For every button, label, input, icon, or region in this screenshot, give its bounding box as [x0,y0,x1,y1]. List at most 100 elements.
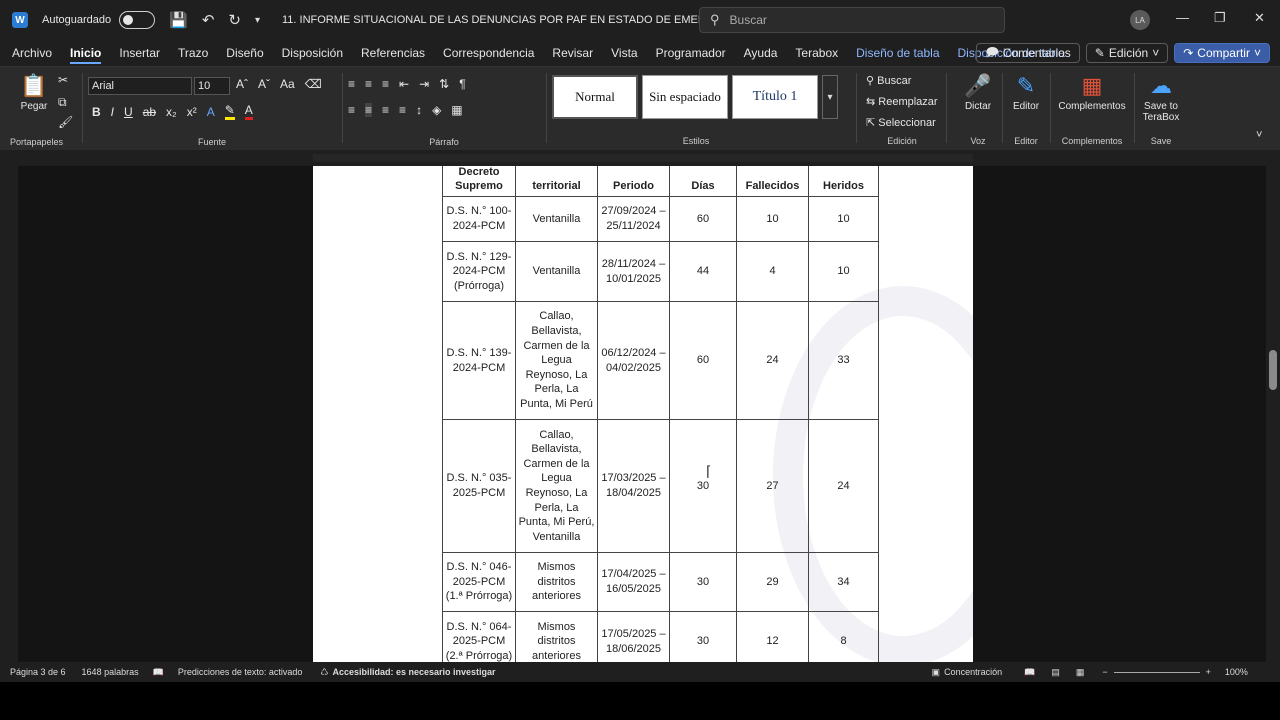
addins-button[interactable]: ▦ Complementos [1056,73,1128,112]
cell-periodo[interactable]: 17/05/2025 – 18/06/2025 [597,611,670,662]
tab-insertar[interactable]: Insertar [113,40,166,66]
focus-icon[interactable]: ▣ [932,667,941,678]
autosave-toggle[interactable] [119,11,156,29]
cell-heridos[interactable]: 10 [808,241,879,302]
word-count[interactable]: 1648 palabras [82,667,139,677]
emergency-table[interactable]: Decreto Supremo territorial Periodo Días… [442,166,879,662]
page-counter[interactable]: Página 3 de 6 [10,667,66,677]
subscript-icon[interactable]: x₂ [166,105,177,119]
zoom-slider[interactable] [1113,671,1200,673]
collapse-ribbon-icon[interactable]: ˅ [1256,129,1262,141]
tab-correspondencia[interactable]: Correspondencia [437,40,540,66]
styles-more-icon[interactable]: ▾ [822,75,838,119]
cell-ambito[interactable]: Ventanilla [515,196,598,242]
align-left-icon[interactable]: ≡ [348,103,355,117]
cell-periodo[interactable]: 28/11/2024 – 10/01/2025 [597,241,670,302]
tab-terabox[interactable]: Terabox [789,40,844,66]
select-button[interactable]: ⇱ Seleccionar [866,113,938,134]
highlight-icon[interactable]: ✎ [224,103,235,120]
cell-heridos[interactable]: 10 [808,196,879,242]
strikethrough-icon[interactable]: ab [143,105,156,119]
cell-periodo[interactable]: 27/09/2024 – 25/11/2024 [597,196,670,242]
line-spacing-icon[interactable]: ↕ [416,103,422,117]
font-name-select[interactable]: Arial [88,77,192,95]
italic-icon[interactable]: I [111,105,114,119]
tab-programador[interactable]: Programador [650,40,732,66]
read-mode-icon[interactable]: 📖 [1024,667,1035,678]
font-size-select[interactable]: 10 [194,77,230,95]
tab-disposicion[interactable]: Disposición [276,40,349,66]
shading-icon[interactable]: ◈ [432,103,441,117]
tab-trazo[interactable]: Trazo [172,40,214,66]
zoom-out-icon[interactable]: − [1102,667,1107,677]
restore-icon[interactable]: ❐ [1214,10,1226,26]
format-painter-icon[interactable]: 🖌 [58,115,73,129]
ruler-track[interactable] [313,154,973,162]
comments-button[interactable]: 🗩 Comentarios [976,43,1080,63]
align-right-icon[interactable]: ≡ [382,103,389,117]
cell-dias[interactable]: 60 [669,196,737,242]
cell-fallecidos[interactable]: 12 [736,611,809,662]
pilcrow-icon[interactable]: ¶ [459,77,465,91]
change-case-icon[interactable]: Aa [280,77,295,91]
avatar[interactable]: LA [1130,10,1150,30]
cell-decreto[interactable]: D.S. N.° 064-2025-PCM (2.ª Prórroga) [442,611,516,662]
cell-fallecidos[interactable]: 4 [736,241,809,302]
vertical-scrollbar[interactable] [1266,166,1280,662]
scrollbar-thumb[interactable] [1269,350,1277,390]
document-title[interactable]: 11. INFORME SITUACIONAL DE LAS DENUNCIAS… [282,14,766,26]
editor-button[interactable]: ✎ Editor [1006,73,1046,112]
cell-ambito[interactable]: Mismos distritos anteriores [515,552,598,612]
search-box[interactable]: ⚲ Buscar [699,7,1005,33]
cell-heridos[interactable]: 34 [808,552,879,612]
justify-icon[interactable]: ≡ [399,103,406,117]
cell-ambito[interactable]: Ventanilla [515,241,598,302]
grow-font-icon[interactable]: Aˆ [236,77,248,91]
focus-mode[interactable]: Concentración [944,667,1002,677]
align-center-icon[interactable]: ≡ [365,103,373,117]
underline-icon[interactable]: U [124,105,133,119]
bullets-icon[interactable]: ≡ [348,77,355,91]
zoom-level[interactable]: 100% [1225,667,1248,677]
tab-referencias[interactable]: Referencias [355,40,431,66]
find-button[interactable]: ⚲ Buscar [866,71,938,92]
cell-periodo[interactable]: 17/03/2025 – 18/04/2025 [597,419,670,553]
cell-dias[interactable]: 30 [669,419,737,553]
share-button[interactable]: ↷ Compartir ˅ [1174,43,1270,63]
tab-vista[interactable]: Vista [605,40,643,66]
shrink-font-icon[interactable]: Aˇ [258,77,270,91]
cell-periodo[interactable]: 06/12/2024 – 04/02/2025 [597,301,670,420]
borders-icon[interactable]: ▦ [451,103,462,117]
cell-fallecidos[interactable]: 29 [736,552,809,612]
cell-heridos[interactable]: 24 [808,419,879,553]
superscript-icon[interactable]: x² [187,105,197,119]
proofing-icon[interactable]: 📖 [153,667,164,678]
numbering-icon[interactable]: ≡ [365,77,372,91]
font-color-icon[interactable]: A [244,103,253,120]
save-icon[interactable]: 💾 [169,11,188,29]
cell-ambito[interactable]: Callao, Bellavista, Carmen de la Legua R… [515,419,598,553]
cell-periodo[interactable]: 17/04/2025 – 16/05/2025 [597,552,670,612]
accessibility-status[interactable]: Accesibilidad: es necesario investigar [332,667,495,677]
cell-decreto[interactable]: D.S. N.° 139-2024-PCM [442,301,516,420]
cell-heridos[interactable]: 8 [808,611,879,662]
zoom-in-icon[interactable]: + [1206,667,1211,677]
text-effects-icon[interactable]: A [207,105,215,119]
multilevel-list-icon[interactable]: ≡ [382,77,389,91]
redo-icon[interactable]: ↻ [228,11,241,29]
cut-icon[interactable]: ✂ [58,73,68,87]
style-heading-1[interactable]: Título 1 [732,75,818,119]
bold-icon[interactable]: B [92,105,101,119]
cell-ambito[interactable]: Callao, Bellavista, Carmen de la Legua R… [515,301,598,420]
cell-heridos[interactable]: 33 [808,301,879,420]
web-layout-icon[interactable]: ▦ [1076,667,1085,678]
cell-dias[interactable]: 30 [669,552,737,612]
cell-dias[interactable]: 30 [669,611,737,662]
paste-button[interactable]: 📋 Pegar [16,73,52,112]
undo-icon[interactable]: ↶ [202,11,215,29]
tab-revisar[interactable]: Revisar [546,40,599,66]
cell-fallecidos[interactable]: 10 [736,196,809,242]
cell-decreto[interactable]: D.S. N.° 100-2024-PCM [442,196,516,242]
cell-fallecidos[interactable]: 24 [736,301,809,420]
increase-indent-icon[interactable]: ⇥ [419,77,429,91]
